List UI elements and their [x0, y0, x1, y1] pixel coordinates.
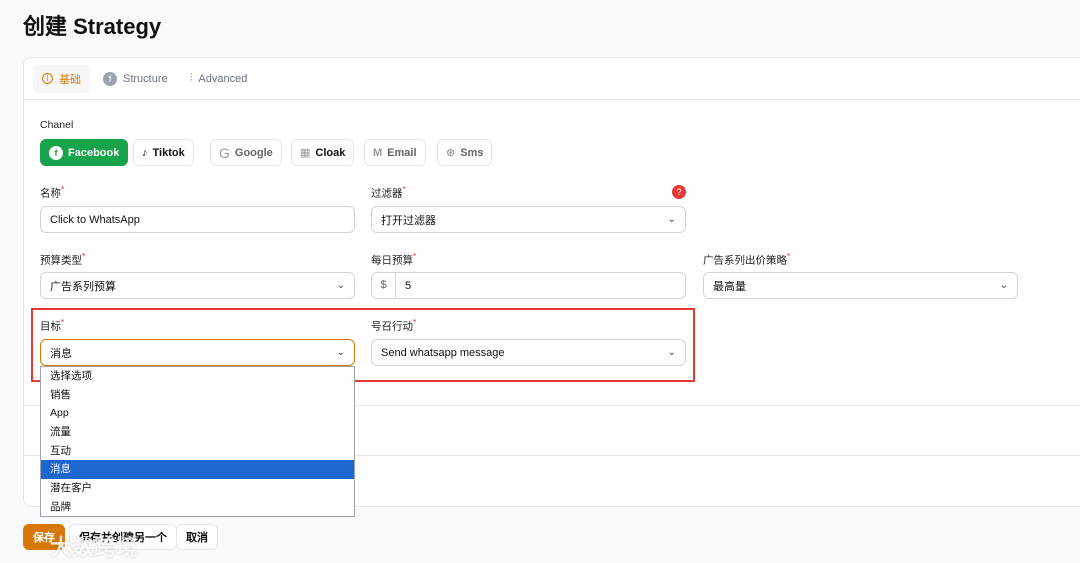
name-value: Click to WhatsApp — [50, 213, 140, 226]
channel-label-text: Email — [387, 146, 417, 159]
option[interactable]: 品牌 — [41, 498, 354, 517]
tab-structure[interactable]: f Structure — [94, 66, 177, 92]
option[interactable]: App — [41, 404, 354, 423]
cloak-icon: ▦ — [300, 147, 311, 159]
tab-advanced[interactable]: ⫶ Advanced — [181, 66, 257, 91]
channel-label-text: Google — [234, 146, 273, 159]
channel-sms[interactable]: ⊛ Sms — [437, 139, 493, 166]
option[interactable]: 互动 — [41, 442, 354, 461]
tab-label: Structure — [123, 72, 168, 85]
channel-label-text: Sms — [460, 146, 484, 159]
page-title: 创建 Strategy — [23, 14, 162, 39]
facebook-icon: f — [103, 71, 117, 86]
bid-strategy-label: 广告系列出价策略* — [703, 252, 791, 267]
filter-select[interactable]: 打开过滤器 ⌄ — [371, 206, 686, 233]
cancel-button[interactable]: 取消 — [176, 524, 218, 550]
bid-strategy-value: 最高量 — [713, 280, 746, 293]
google-icon: G — [219, 144, 230, 161]
bid-strategy-select[interactable]: 最高量 ⌄ — [703, 272, 1018, 299]
tab-bar: i 基础 f Structure ⫶ Advanced — [24, 58, 1080, 100]
objective-dropdown: 选择选项 销售 App 流量 互动 消息 潜在客户 品牌 — [40, 366, 355, 517]
option[interactable]: 选择选项 — [41, 367, 354, 386]
channel-label: Chanel — [40, 119, 74, 131]
currency-prefix: $ — [372, 273, 396, 298]
sms-icon: ⊛ — [446, 147, 456, 159]
daily-budget-input[interactable]: $5 — [371, 272, 686, 299]
name-input[interactable]: Click to WhatsApp — [40, 206, 355, 233]
channel-cloak[interactable]: ▦ Cloak — [291, 139, 355, 166]
daily-budget-value: 5 — [405, 279, 412, 292]
help-icon[interactable]: ? — [672, 185, 686, 199]
channel-label-text: Cloak — [315, 146, 346, 159]
budget-type-value: 广告系列预算 — [50, 280, 116, 293]
chevron-down-icon: ⌄ — [667, 214, 676, 225]
chevron-down-icon: ⌄ — [999, 280, 1008, 291]
channel-google[interactable]: G Google — [210, 139, 282, 166]
channel-tiktok[interactable]: ♪ Tiktok — [133, 139, 194, 166]
watermark: 大数跨境 — [50, 535, 139, 560]
budget-type-label: 预算类型* — [40, 252, 86, 267]
channel-facebook[interactable]: f Facebook — [40, 139, 129, 166]
tiktok-icon: ♪ — [142, 146, 148, 159]
chevron-down-icon: ⌄ — [336, 280, 345, 291]
option[interactable]: 潜在客户 — [41, 479, 354, 498]
channel-label-text: Facebook — [68, 146, 120, 159]
daily-budget-label: 每日预算* — [371, 252, 417, 267]
option[interactable]: 流量 — [41, 423, 354, 442]
filter-label: 过滤器* — [371, 185, 406, 200]
channel-email[interactable]: M Email — [364, 139, 426, 166]
sliders-icon: ⫶ — [189, 72, 193, 84]
facebook-icon: f — [49, 145, 63, 160]
option-selected[interactable]: 消息 — [41, 460, 354, 480]
tab-label: 基础 — [59, 73, 81, 86]
name-label: 名称* — [40, 185, 65, 200]
tab-basic[interactable]: i 基础 — [33, 64, 90, 93]
budget-type-select[interactable]: 广告系列预算 ⌄ — [40, 272, 355, 299]
option[interactable]: 销售 — [41, 386, 354, 405]
info-icon: i — [42, 73, 53, 84]
email-icon: M — [373, 146, 383, 159]
channel-label-text: Tiktok — [152, 146, 185, 159]
filter-value: 打开过滤器 — [381, 214, 436, 227]
tab-label: Advanced — [198, 72, 248, 85]
